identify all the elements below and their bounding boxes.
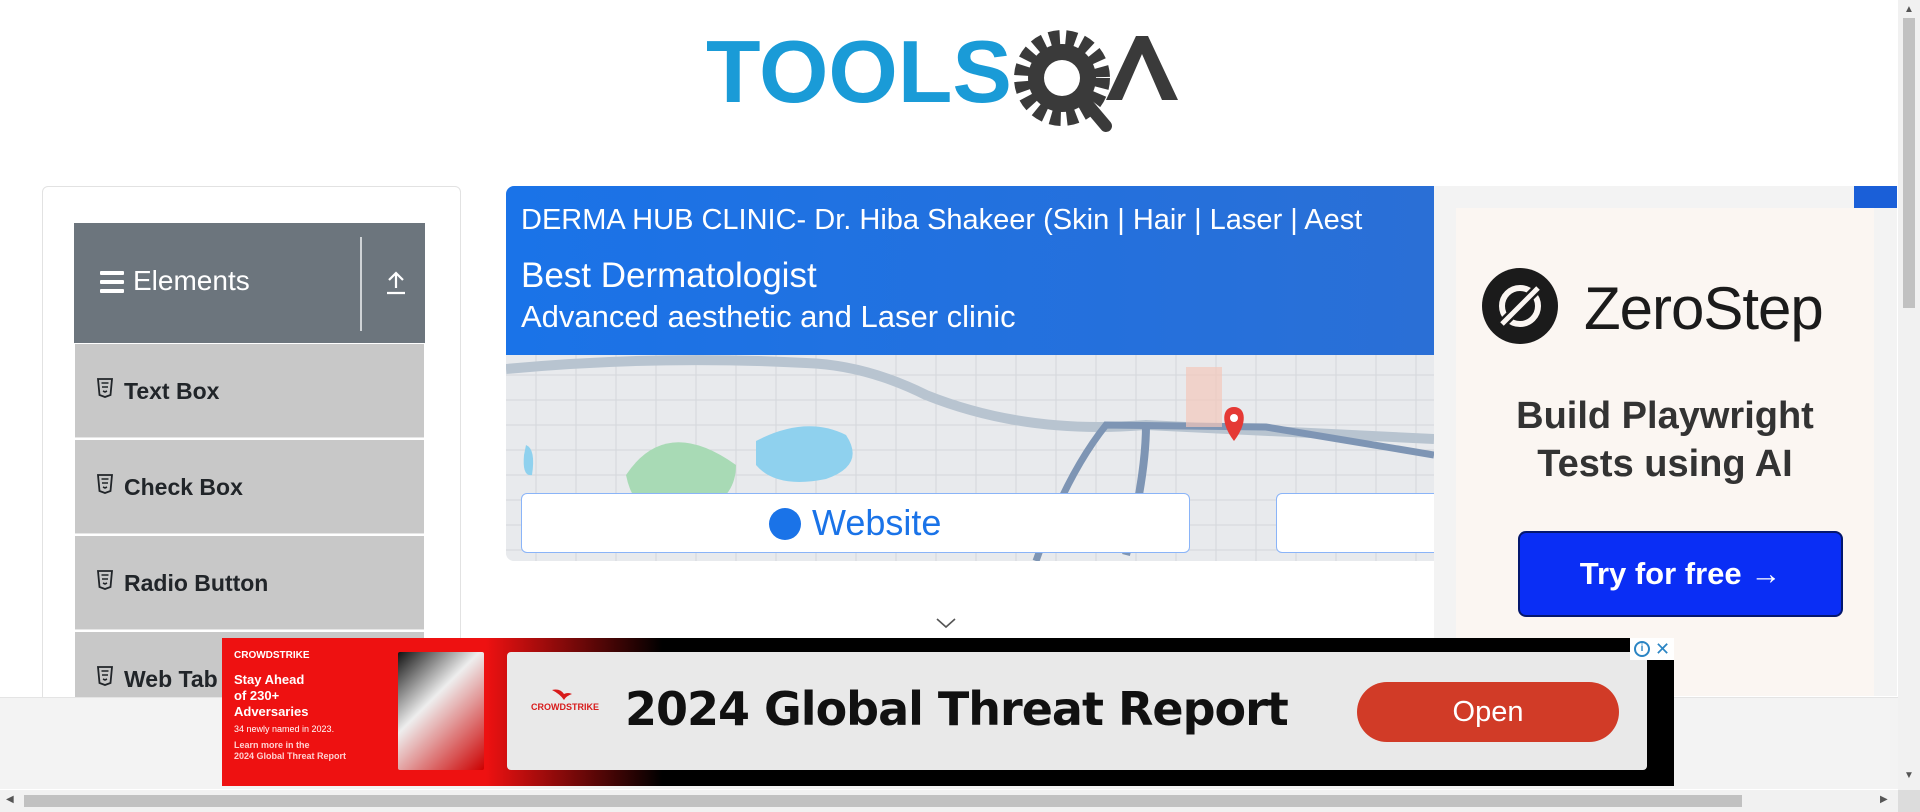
horizontal-scroll-thumb[interactable] <box>24 795 1742 807</box>
headline-line-2: Tests using AI <box>1537 443 1793 485</box>
vertical-scroll-thumb[interactable] <box>1903 18 1915 308</box>
promo-line-2: of 230+ <box>234 688 280 703</box>
promo-link-line-2: 2024 Global Threat Report <box>234 751 347 761</box>
scroll-right-arrow-icon[interactable]: ▶ <box>1880 794 1888 805</box>
promo-link: Learn more in the 2024 Global Threat Rep… <box>234 740 346 762</box>
sidebar-item-label: Check Box <box>124 474 243 500</box>
zerostep-brand: ZeroStep <box>1584 275 1824 342</box>
sidebar-item-check-box[interactable]: Check Box <box>75 440 424 534</box>
close-ad-icon[interactable]: ✕ <box>1655 638 1670 660</box>
banner-title: 2024 Global Threat Report <box>625 682 1289 736</box>
zerostep-ad-content: ZeroStep Build Playwright Tests using AI… <box>1456 208 1874 696</box>
sidebar-item-label: Text Box <box>124 378 220 404</box>
clinic-name[interactable]: DERMA HUB CLINIC- Dr. Hiba Shakeer (Skin… <box>521 204 1362 237</box>
open-button[interactable]: Open <box>1357 682 1619 742</box>
promo-line-1: Stay Ahead <box>234 672 305 687</box>
clinic-subtitle: Advanced aesthetic and Laser clinic <box>521 299 1016 334</box>
sidebar-item-label: Web Tab <box>124 666 218 692</box>
clinic-tagline: Best Dermatologist <box>521 256 817 295</box>
html5-icon <box>97 570 113 590</box>
sidebar-item-radio-button[interactable]: Radio Button <box>75 536 424 630</box>
gear-icon <box>1014 30 1112 132</box>
chevron-down-icon[interactable] <box>935 616 957 630</box>
website-button[interactable]: Website <box>521 493 1190 553</box>
promo-note: 34 newly named in 2023. <box>234 724 335 734</box>
report-cover-image <box>398 652 484 770</box>
scrollbar-corner <box>1898 790 1920 812</box>
promo-line-3: Adversaries <box>234 704 309 719</box>
scroll-up-arrow-icon[interactable]: ▲ <box>1904 4 1914 15</box>
clinic-ad-header: DERMA HUB CLINIC- Dr. Hiba Shakeer (Skin… <box>506 186 1434 355</box>
headline-line-1: Build Playwright <box>1516 395 1814 437</box>
scroll-down-arrow-icon[interactable]: ▼ <box>1904 770 1914 781</box>
zerostep-ad[interactable]: ZeroStep Build Playwright Tests using AI… <box>1434 186 1897 696</box>
website-button-label: Website <box>812 502 942 543</box>
directions-button[interactable] <box>1276 493 1434 553</box>
sidebar-item-text-box[interactable]: Text Box <box>75 344 424 438</box>
promo-brand: CROWDSTRIKE <box>234 650 310 661</box>
html5-icon <box>97 378 113 398</box>
promo-link-line-1: Learn more in the <box>234 740 310 750</box>
group-title: Elements <box>133 265 250 296</box>
ad-corner-marker <box>1854 186 1897 208</box>
toolsqa-logo[interactable]: TOOLS <box>706 22 1194 134</box>
html5-icon <box>97 474 113 494</box>
page: TOOLS Elements Text Box Check Box Radio … <box>0 0 1920 812</box>
elements-group-header[interactable]: Elements <box>74 223 425 343</box>
try-for-free-button[interactable]: Try for free → <box>1518 531 1843 617</box>
banner-panel: CROWDSTRIKE 2024 Global Threat Report Op… <box>507 652 1647 770</box>
crowdstrike-logo-text: CROWDSTRIKE <box>531 702 599 712</box>
crowdstrike-falcon-icon <box>552 689 572 700</box>
adchoices-controls[interactable]: i ✕ <box>1630 638 1674 660</box>
hamburger-icon <box>100 271 124 293</box>
crowdstrike-banner-ad[interactable]: CROWDSTRIKE Stay Ahead of 230+ Adversari… <box>222 638 1674 786</box>
horizontal-scrollbar[interactable]: ◀ ▶ <box>0 790 1898 812</box>
header-divider <box>360 237 362 331</box>
sidebar-item-label: Radio Button <box>124 570 269 596</box>
vertical-scrollbar[interactable]: ▲ ▼ <box>1898 0 1920 790</box>
zerostep-headline: Build Playwright Tests using AI <box>1456 392 1874 488</box>
clinic-ad[interactable]: DERMA HUB CLINIC- Dr. Hiba Shakeer (Skin… <box>506 186 1434 561</box>
adchoices-info-icon[interactable]: i <box>1634 641 1650 657</box>
html5-icon <box>97 666 113 686</box>
collapse-icon[interactable] <box>376 263 416 303</box>
globe-icon <box>769 508 801 540</box>
promo-headline: Stay Ahead of 230+ Adversaries <box>234 672 308 720</box>
logo-text-tools: TOOLS <box>706 22 1012 121</box>
logo-letter-a <box>1106 36 1178 100</box>
zerostep-logo-icon <box>1482 268 1558 344</box>
scroll-left-arrow-icon[interactable]: ◀ <box>6 794 14 805</box>
